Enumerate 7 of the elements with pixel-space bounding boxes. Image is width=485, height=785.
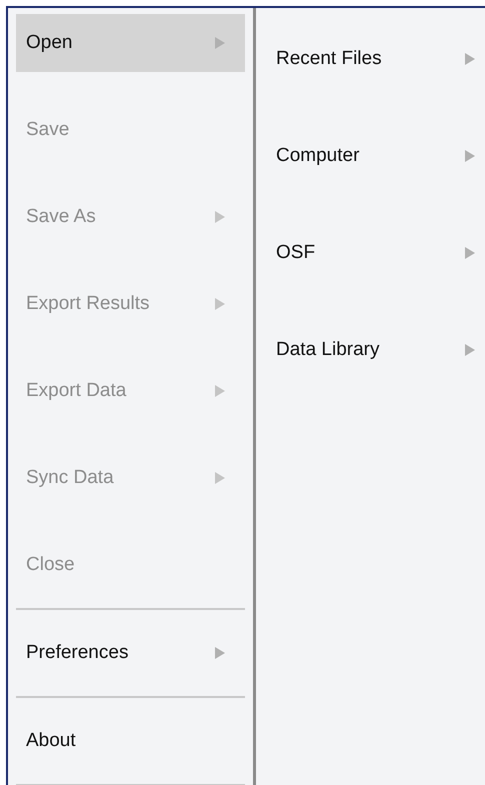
menu-item[interactable]: About (16, 712, 245, 770)
menu-item[interactable]: Computer (276, 127, 479, 185)
menu-item[interactable]: Open (16, 14, 245, 72)
menu-item[interactable]: OSF (276, 224, 479, 282)
menu-item[interactable]: Data Library (276, 321, 479, 379)
menu-item[interactable]: Preferences (16, 624, 245, 682)
menu-item[interactable]: Recent Files (276, 30, 479, 88)
